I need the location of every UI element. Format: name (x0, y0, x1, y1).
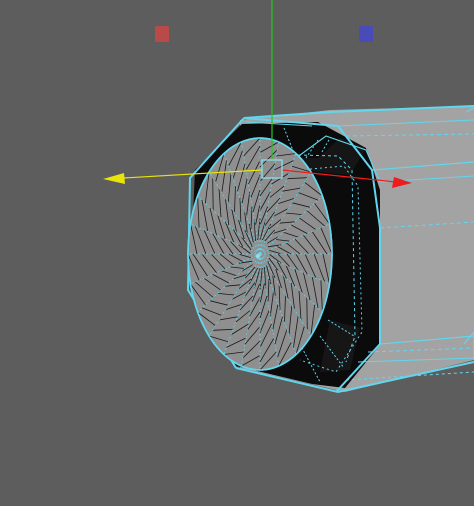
gizmo-z-arrowhead[interactable] (103, 173, 125, 184)
pivot-point (255, 253, 261, 259)
cap-hatch-line (306, 297, 308, 331)
z-axis-handle[interactable] (359, 26, 373, 42)
x-axis-handle[interactable] (155, 26, 169, 42)
scene-canvas[interactable] (0, 0, 474, 506)
3d-viewport[interactable] (0, 0, 474, 506)
cap-hatch-line (212, 177, 214, 211)
